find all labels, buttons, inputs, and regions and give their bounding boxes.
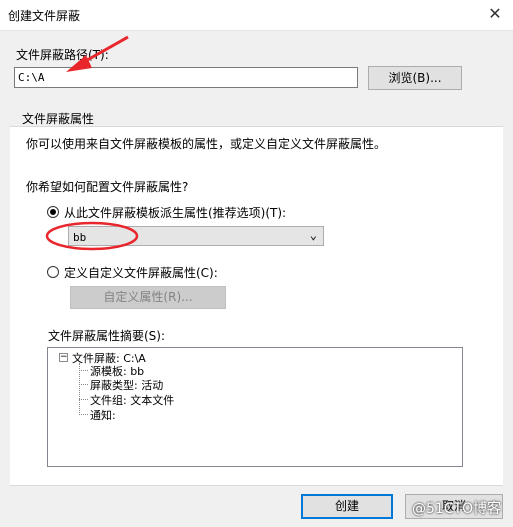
summary-tree[interactable]: − 文件屏蔽: C:\A 源模板: bb 屏蔽类型: 活动 文件组: 文本文件 …	[47, 347, 463, 467]
tree-item-file-group[interactable]: 文件组: 文本文件	[90, 392, 174, 408]
tree-connector-h	[79, 399, 88, 400]
watermark: @51CTO博客	[412, 501, 502, 517]
chevron-down-icon: ⌄	[309, 228, 317, 242]
browse-button[interactable]: 浏览(B)...	[368, 66, 462, 90]
properties-question: 你希望如何配置文件屏蔽属性?	[26, 180, 189, 194]
properties-description: 你可以使用来自文件屏蔽模板的属性，或定义自定义文件屏蔽属性。	[26, 137, 387, 151]
option-custom-label[interactable]: 定义自定义文件屏蔽属性(C):	[64, 264, 218, 281]
tree-connector-h	[79, 414, 88, 415]
create-button[interactable]: 创建	[301, 494, 393, 519]
path-label: 文件屏蔽路径(T):	[16, 48, 109, 62]
window-title: 创建文件屏蔽	[8, 9, 81, 23]
custom-properties-button[interactable]: 自定义属性(R)...	[70, 286, 226, 309]
template-select[interactable]: bb ⌄	[68, 226, 324, 246]
tree-connector-h	[79, 370, 88, 371]
minus-box-icon[interactable]: −	[59, 353, 68, 362]
summary-label: 文件屏蔽属性摘要(S):	[48, 329, 166, 343]
title-bar: 创建文件屏蔽 ✕	[0, 0, 513, 31]
path-input[interactable]: C:\A	[14, 67, 358, 88]
tree-item-notification[interactable]: 通知:	[90, 407, 116, 423]
option-template-label[interactable]: 从此文件屏蔽模板派生属性(推荐选项)(T):	[64, 204, 286, 221]
tree-connector-h	[79, 384, 88, 385]
radio-custom[interactable]	[47, 266, 59, 278]
properties-group-title: 文件屏蔽属性	[22, 112, 95, 126]
template-select-value: bb	[73, 231, 87, 244]
close-icon[interactable]: ✕	[486, 4, 504, 24]
radio-template[interactable]	[47, 206, 59, 218]
tree-item-screen-type[interactable]: 屏蔽类型: 活动	[90, 377, 163, 393]
